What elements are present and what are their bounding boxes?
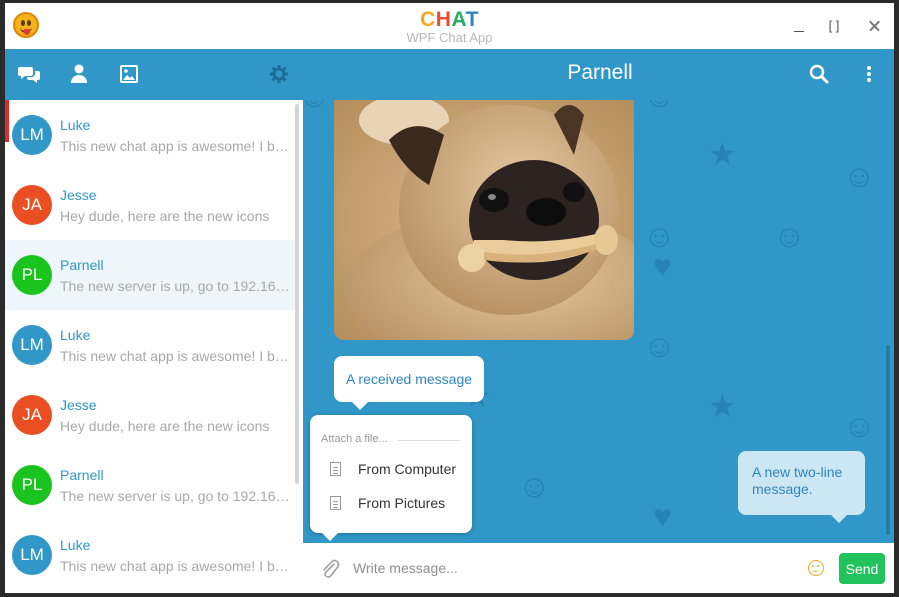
avatar: LM [12, 535, 52, 575]
contact-item[interactable]: JA Jesse Hey dude, here are the new icon… [5, 170, 295, 240]
avatar: JA [12, 185, 52, 225]
smiley-pattern-icon: ☺ [843, 158, 876, 194]
avatar: JA [12, 395, 52, 435]
attach-option-label: From Pictures [358, 495, 446, 511]
user-icon[interactable] [68, 63, 90, 85]
received-message-bubble: A received message [334, 356, 484, 410]
contact-item[interactable]: LM Luke This new chat app is awesome! I … [5, 310, 295, 380]
smiley-pattern-icon: ☺ [303, 100, 331, 112]
sent-message-text: A new two-line message. [752, 464, 843, 497]
smiley-pattern-icon: ☺ [643, 100, 676, 112]
emoji-icon[interactable] [808, 560, 824, 576]
close-button[interactable] [864, 16, 886, 36]
received-message-text: A received message [345, 371, 473, 387]
app-window: CHAT WPF Chat App Parnell LM L [5, 3, 894, 593]
message-input-bar: Send [303, 543, 894, 593]
contact-last-message: This new chat app is awesome! I bet it's… [60, 348, 292, 364]
contact-last-message: The new server is up, go to 192.168.1.1 [60, 488, 292, 504]
chat-bubbles-icon[interactable] [18, 63, 40, 85]
attach-from-computer[interactable]: From Computer [330, 459, 460, 481]
smiley-pattern-icon: ☺ [518, 468, 551, 504]
header-bar: Parnell [5, 49, 894, 100]
pug-photo [334, 100, 634, 340]
app-brand: CHAT WPF Chat App [5, 9, 894, 45]
contact-name: Jesse [60, 187, 97, 203]
attach-file-popup: Attach a file... From Computer From Pict… [310, 415, 472, 541]
contact-last-message: Hey dude, here are the new icons [60, 418, 270, 434]
star-pattern-icon: ★ [708, 388, 737, 424]
title-bar: CHAT WPF Chat App [5, 3, 894, 49]
brand-title: CHAT [5, 9, 894, 31]
attach-from-pictures[interactable]: From Pictures [330, 493, 460, 515]
contact-name: Parnell [60, 257, 104, 273]
attach-option-label: From Computer [358, 461, 457, 477]
smiley-pattern-icon: ☺ [843, 408, 876, 444]
avatar: LM [12, 325, 52, 365]
contact-name: Luke [60, 537, 91, 553]
contact-list: LM Luke This new chat app is awesome! I … [5, 100, 303, 593]
brand-letter: H [435, 8, 452, 31]
contact-last-message: This new chat app is awesome! I bet it's… [60, 138, 292, 154]
avatar: LM [12, 115, 52, 155]
contact-item[interactable]: LM Luke This new chat app is awesome! I … [5, 520, 295, 590]
attach-popup-title: Attach a file... [321, 433, 388, 445]
document-icon [330, 462, 341, 476]
contact-last-message: This new chat app is awesome! I bet it's… [60, 558, 292, 574]
brand-subtitle: WPF Chat App [406, 30, 493, 45]
contact-name: Luke [60, 327, 91, 343]
search-icon[interactable] [808, 63, 830, 85]
avatar: PL [12, 255, 52, 295]
smiley-pattern-icon: ☺ [643, 328, 676, 364]
chat-scrollbar[interactable] [886, 345, 890, 535]
heart-pattern-icon: ♥ [653, 498, 672, 534]
contact-last-message: The new server is up, go to 192.168.1.1 [60, 278, 292, 294]
contact-item[interactable]: PL Parnell The new server is up, go to 1… [5, 450, 295, 520]
kebab-menu-icon[interactable] [858, 63, 880, 85]
contact-item[interactable]: LM Luke This new chat app is awesome! I … [5, 100, 295, 170]
brand-letter: A [451, 8, 466, 31]
conversation-title: Parnell [567, 61, 633, 84]
message-input[interactable] [353, 555, 793, 581]
contact-name: Parnell [60, 467, 104, 483]
maximize-button[interactable] [823, 16, 845, 36]
contact-item[interactable]: JA Jesse Hey dude, here are the new icon… [5, 380, 295, 450]
image-icon[interactable] [118, 63, 140, 85]
smiley-pattern-icon: ☺ [773, 218, 806, 254]
picture-file-icon [330, 496, 341, 510]
divider [398, 440, 460, 441]
contact-item-selected[interactable]: PL Parnell The new server is up, go to 1… [5, 240, 295, 310]
contact-name: Jesse [60, 397, 97, 413]
avatar: PL [12, 465, 52, 505]
contact-name: Luke [60, 117, 91, 133]
send-button[interactable]: Send [839, 553, 885, 584]
unread-indicator [5, 100, 9, 142]
shared-photo[interactable] [334, 100, 634, 340]
contact-last-message: Hey dude, here are the new icons [60, 208, 270, 224]
sent-message-bubble: A new two-line message. [738, 451, 865, 523]
paperclip-icon[interactable] [320, 558, 340, 580]
brand-letter: C [420, 8, 436, 31]
brand-letter: T [465, 8, 479, 31]
gear-icon[interactable] [268, 63, 290, 85]
star-pattern-icon: ★ [708, 136, 737, 172]
minimize-button[interactable] [788, 16, 810, 36]
sidebar-scrollbar[interactable] [295, 104, 299, 484]
heart-pattern-icon: ♥ [653, 248, 672, 284]
